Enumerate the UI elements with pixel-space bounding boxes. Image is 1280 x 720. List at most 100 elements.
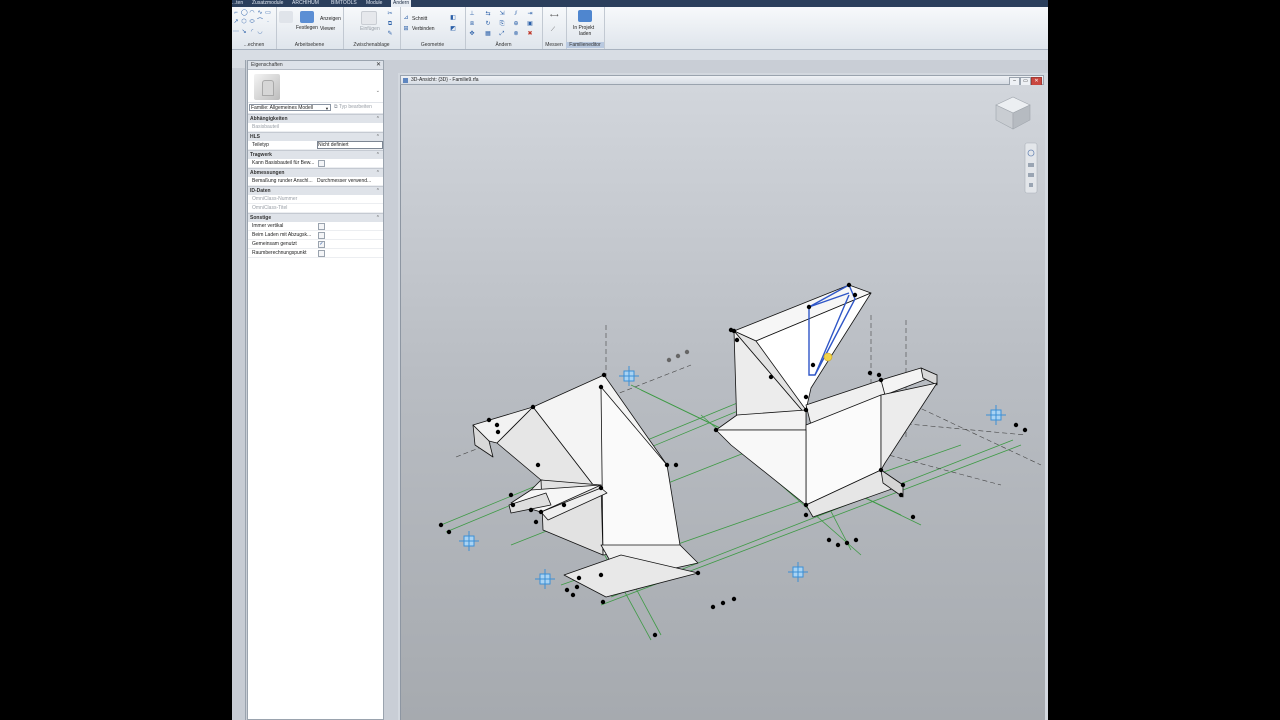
partial-ellipse-icon[interactable]: ◡ [257, 29, 263, 35]
tab-prev[interactable]: ...ten [232, 0, 243, 7]
property-group-name: ID-Daten [250, 188, 271, 194]
split-face-icon[interactable]: ◩ [450, 26, 456, 32]
group-icon[interactable]: ▣ [527, 21, 533, 27]
line-tool-icon[interactable]: ⌐ [233, 10, 239, 16]
properties-title: Eigenschaften [251, 62, 283, 68]
property-checkbox[interactable] [318, 223, 325, 230]
property-label: Bemaßung runder Anschl... [252, 178, 313, 184]
3d-viewport[interactable] [400, 85, 1045, 720]
copy-icon[interactable]: ⧉ [387, 21, 393, 27]
load-into-project-icon[interactable] [578, 10, 592, 22]
panel-title-familieneditor: Familieneditor [566, 42, 604, 48]
dimension-icon[interactable]: ⟋ [550, 27, 556, 33]
circle-tool-icon[interactable]: ◯ [241, 10, 248, 16]
join-icon[interactable]: ⊞ [403, 26, 409, 32]
property-checkbox[interactable] [318, 250, 325, 257]
family-selector[interactable]: Familie: Allgemeines Modell ▼ [249, 104, 331, 111]
panel-aendern: ⊥ ⧈ ✥ ⇆ ↻ ▦ ⇲ ⎘ ⤢ ⫽ ⊕ ⊗ ⇥ ▣ ✖ Ändern [465, 7, 543, 49]
property-row: OmniClass-Nummer [248, 195, 383, 204]
view-title: 3D-Ansicht: {3D} - Familie9.rfa [411, 77, 479, 83]
offset-icon[interactable]: ⧈ [469, 21, 475, 27]
collapse-icon[interactable]: ⌃ [376, 214, 380, 222]
cope-icon[interactable]: ⊿ [403, 15, 409, 21]
type-edit-button[interactable]: ⧉ Typ bearbeiten [334, 104, 372, 110]
extend-icon[interactable]: ⇥ [527, 11, 533, 17]
collapse-icon[interactable]: ⌃ [376, 133, 380, 141]
unpin-icon[interactable]: ⊗ [513, 31, 519, 37]
property-row: Teiletyp Nicht definiert [248, 141, 383, 150]
panel-messen: ⟷ ⟋ Messen [542, 7, 567, 49]
property-group-header[interactable]: Abmessungen ⌃ [248, 168, 383, 177]
offset-tool-icon[interactable]: ⋯ [233, 29, 239, 35]
anzeigen-button[interactable]: Anzeigen [320, 16, 341, 22]
property-label: Immer vertikal [252, 223, 284, 229]
fillet-tool-icon[interactable]: ⌒ [257, 19, 263, 25]
festlegen-icon[interactable] [300, 11, 314, 23]
pick-point-marker[interactable] [823, 352, 833, 362]
tangent-arc-icon[interactable]: ◜ [249, 29, 255, 35]
property-value[interactable]: Nicht definiert [317, 141, 383, 149]
collapse-icon[interactable]: ⌃ [376, 169, 380, 177]
trim-icon[interactable]: ⇲ [499, 11, 505, 17]
collapse-icon[interactable]: ⌃ [376, 115, 380, 123]
tab-zusatzmodule[interactable]: Zusatzmodule [252, 0, 283, 7]
match-icon[interactable]: ✎ [387, 31, 393, 37]
property-group-header[interactable]: Abhängigkeiten ⌃ [248, 114, 383, 123]
panel-arbeitsebene: Festlegen Anzeigen Viewer Arbeitsebene [276, 7, 344, 49]
align-icon[interactable]: ⊥ [469, 11, 475, 17]
property-group-header[interactable]: Tragwerk ⌃ [248, 150, 383, 159]
festlegen-button[interactable]: Festlegen [296, 25, 318, 31]
property-checkbox[interactable] [318, 232, 325, 239]
tab-bimtools[interactable]: BIMTOOLS [331, 0, 357, 7]
property-group-header[interactable]: ID-Daten ⌃ [248, 186, 383, 195]
panel-title-messen: Messen [545, 42, 563, 48]
pin-icon[interactable]: ⊕ [513, 21, 519, 27]
polygon-tool-icon[interactable]: ⬡ [241, 19, 247, 25]
paste-icon[interactable] [361, 11, 377, 25]
property-checkbox[interactable]: ✓ [318, 241, 325, 248]
copy-tool-icon[interactable]: ⎘ [499, 21, 505, 27]
property-row: OmniClass-Titel [248, 204, 383, 213]
properties-title-bar: Eigenschaften ✕ [248, 61, 383, 70]
point-tool-icon[interactable]: · [265, 19, 271, 25]
tab-module[interactable]: Module [366, 0, 382, 7]
measure-icon[interactable]: ⟷ [550, 13, 559, 19]
property-value[interactable]: Durchmesser verwend... [317, 177, 381, 185]
strip-header [232, 60, 245, 68]
split-icon[interactable]: ⫽ [513, 11, 519, 17]
tab-aendern[interactable]: Ändern [391, 0, 412, 7]
laden-label[interactable]: laden [579, 31, 591, 37]
type-edit-label: Typ bearbeiten [338, 104, 372, 110]
cut-icon[interactable]: ✂ [387, 11, 393, 17]
rect-tool-icon[interactable]: ▭ [265, 10, 271, 16]
property-label: Gemeinsam genutzt [252, 241, 297, 247]
scale-icon[interactable]: ⤢ [499, 31, 505, 37]
move-icon[interactable]: ✥ [469, 31, 475, 37]
pick-line-icon[interactable]: ↗ [233, 19, 239, 25]
navigation-bar[interactable] [1024, 142, 1038, 194]
collapse-icon[interactable]: ⌃ [376, 151, 380, 159]
property-checkbox[interactable] [318, 160, 325, 167]
arc-tool-icon[interactable]: ◠ [249, 10, 255, 16]
property-group-name: Abhängigkeiten [250, 116, 288, 122]
spline-tool-icon[interactable]: ∿ [257, 10, 263, 16]
property-group-header[interactable]: Sonstige ⌃ [248, 213, 383, 222]
property-group-header[interactable]: HLS ⌃ [248, 132, 383, 141]
family-thumbnail-icon [254, 74, 280, 100]
close-icon[interactable]: ✕ [376, 61, 381, 69]
viewer-button[interactable]: Viewer [320, 26, 335, 32]
mirror-icon[interactable]: ⇆ [485, 11, 491, 17]
ellipse-tool-icon[interactable]: ⬭ [249, 19, 255, 25]
geometry-cube-icon[interactable]: ◧ [450, 15, 456, 21]
einfuegen-button[interactable]: Einfügen [360, 26, 380, 32]
collapse-icon[interactable]: ⌃ [376, 187, 380, 195]
tab-archihum[interactable]: ARCHIHUM [292, 0, 319, 7]
rotate-icon[interactable]: ↻ [485, 21, 491, 27]
pick-edge-icon[interactable]: ↘ [241, 29, 247, 35]
verbinden-button[interactable]: Verbinden [412, 26, 435, 32]
array-icon[interactable]: ▦ [485, 31, 491, 37]
delete-icon[interactable]: ✖ [527, 31, 533, 37]
plane-icon[interactable] [279, 11, 293, 23]
schnitt-button[interactable]: Schnitt [412, 16, 427, 22]
chevron-down-icon[interactable]: ⌄ [376, 88, 380, 94]
